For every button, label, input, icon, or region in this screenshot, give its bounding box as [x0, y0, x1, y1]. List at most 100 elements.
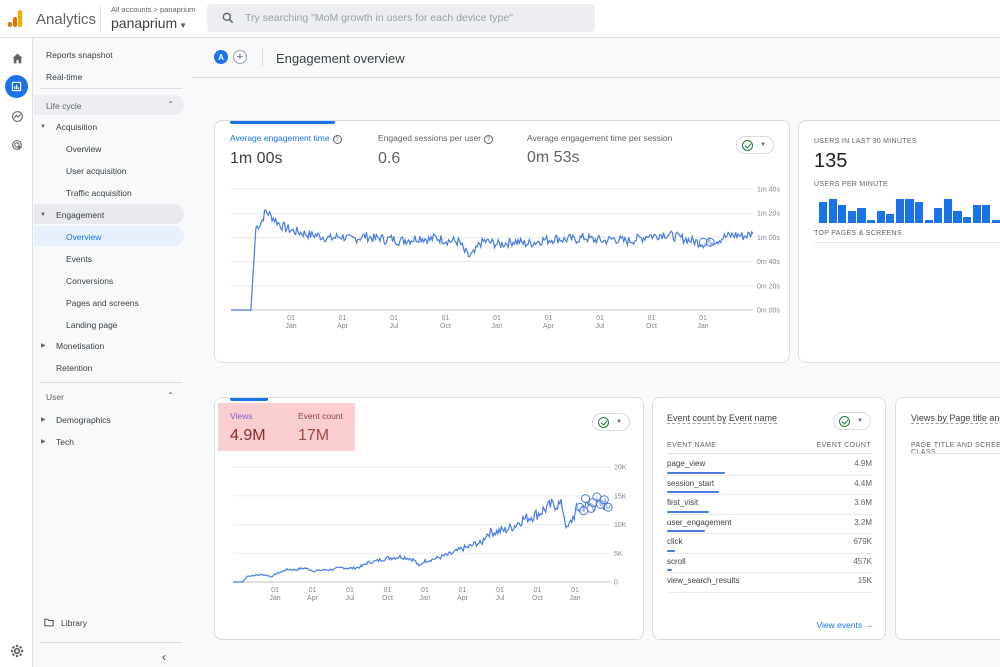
- metric-label-text: Average engagement time: [230, 133, 330, 143]
- users-per-minute-bar[interactable]: [943, 199, 952, 223]
- divider: [40, 642, 182, 643]
- users-per-minute-bar[interactable]: [886, 214, 895, 223]
- home-icon[interactable]: [7, 48, 27, 68]
- users-per-minute-bar[interactable]: [924, 220, 933, 223]
- tab-event-count[interactable]: Event count 17M: [298, 411, 343, 445]
- metric-value: 1m 00s: [230, 150, 283, 167]
- gear-icon[interactable]: [7, 641, 27, 661]
- table-row[interactable]: page_view 4.9M: [667, 456, 872, 476]
- nav-real-time[interactable]: Real-time: [46, 72, 82, 82]
- card-title[interactable]: Views by Page title and screen class: [911, 413, 1000, 424]
- compare-options-button[interactable]: ▼: [736, 136, 774, 154]
- chevron-left-icon[interactable]: ‹: [162, 650, 166, 664]
- views-chart: 0 5K 10K 15K 20K 01 Jan 01 Apr 01 Jul 01 Oct 01 Jan 01 A…: [233, 465, 627, 602]
- anomaly-marker[interactable]: [603, 502, 613, 512]
- users-per-minute-bar[interactable]: [867, 220, 876, 223]
- table-row[interactable]: scroll 457K: [667, 554, 872, 573]
- compare-options-button[interactable]: ▼: [833, 412, 871, 430]
- nav-user-acquisition[interactable]: User acquisition: [66, 166, 126, 176]
- y-tick-label: 0: [614, 580, 618, 587]
- table-row[interactable]: session_start 4.4M: [667, 476, 872, 495]
- anomaly-marker[interactable]: [579, 506, 589, 516]
- column-header-event-name[interactable]: EVENT NAME: [667, 442, 716, 449]
- users-per-minute-bar[interactable]: [819, 202, 828, 223]
- nav-engagement[interactable]: Engagement: [56, 210, 104, 220]
- table-row[interactable]: first_visit 3.6M: [667, 495, 872, 515]
- share-bar: [667, 569, 673, 571]
- users-per-minute-bar[interactable]: [838, 205, 847, 223]
- nav-events[interactable]: Events: [66, 254, 92, 264]
- event-name: session_start: [667, 478, 715, 488]
- y-tick-label: 20K: [614, 465, 627, 472]
- reports-icon[interactable]: [5, 75, 28, 98]
- table-row[interactable]: click 679K: [667, 534, 872, 554]
- users-per-minute-chart: [819, 199, 1000, 223]
- y-tick-label: 1m 40s: [757, 187, 780, 194]
- nav-landing-page[interactable]: Landing page: [66, 320, 118, 330]
- nav-library[interactable]: Library: [61, 618, 87, 628]
- card-title[interactable]: Event count by Event name: [667, 413, 778, 424]
- card-title-text: Views by Page title and screen class: [911, 413, 1000, 424]
- users-per-minute-bar[interactable]: [934, 208, 943, 223]
- users-per-minute-bar[interactable]: [982, 205, 991, 223]
- explore-icon[interactable]: [7, 106, 27, 126]
- tab-avg-engagement-time-per-session[interactable]: Average engagement time per session 0m 5…: [527, 133, 672, 167]
- users-per-minute-bar[interactable]: [953, 211, 962, 223]
- x-tick-label: 01 Apr: [457, 587, 469, 602]
- users-per-minute-bar[interactable]: [847, 211, 856, 223]
- account-breadcrumb[interactable]: All accounts > panaprium: [111, 5, 195, 14]
- users-per-minute-bar[interactable]: [828, 199, 837, 223]
- search-input[interactable]: Try searching "MoM growth in users for e…: [207, 4, 595, 32]
- users-per-minute-bar[interactable]: [895, 199, 904, 223]
- nav-traffic-acquisition[interactable]: Traffic acquisition: [66, 188, 132, 198]
- tab-views[interactable]: Views 4.9M: [230, 411, 266, 445]
- nav-reports-snapshot[interactable]: Reports snapshot: [46, 50, 113, 60]
- analytics-logo[interactable]: [8, 9, 24, 27]
- column-header-event-count[interactable]: EVENT COUNT: [817, 442, 871, 449]
- view-events-link[interactable]: View events →: [816, 620, 873, 630]
- property-selector[interactable]: panaprium ▼: [111, 15, 187, 31]
- nav-tech[interactable]: Tech: [56, 437, 74, 447]
- divider: [814, 242, 1000, 243]
- comparison-avatar[interactable]: A: [214, 50, 228, 64]
- nav-demographics[interactable]: Demographics: [56, 415, 111, 425]
- tab-average-engagement-time[interactable]: Average engagement time? 1m 00s: [230, 133, 342, 168]
- nav-acquisition[interactable]: Acquisition: [56, 122, 97, 132]
- users-per-minute-bar[interactable]: [857, 208, 866, 223]
- help-icon[interactable]: ?: [484, 135, 494, 144]
- anomaly-marker[interactable]: [580, 494, 590, 504]
- series-line: [231, 209, 754, 311]
- help-icon[interactable]: ?: [332, 135, 342, 144]
- table-row[interactable]: user_engagement 3.2M: [667, 515, 872, 534]
- folder-icon: [44, 618, 54, 627]
- nav-engagement-overview[interactable]: Overview: [66, 232, 101, 242]
- users-per-minute-bar[interactable]: [972, 205, 981, 223]
- metric-label: Average engagement time per session: [527, 133, 673, 143]
- users-per-minute-bar[interactable]: [963, 217, 972, 223]
- users-per-minute-bar[interactable]: [915, 202, 924, 223]
- compare-options-button[interactable]: ▼: [592, 413, 630, 431]
- nav-section-user[interactable]: User: [46, 392, 64, 402]
- anomaly-marker[interactable]: [588, 498, 598, 508]
- users-per-minute-bar[interactable]: [991, 220, 1000, 223]
- check-circle-icon: [839, 416, 850, 427]
- nav-acquisition-overview[interactable]: Overview: [66, 144, 101, 154]
- nav-retention[interactable]: Retention: [56, 363, 92, 373]
- table-row[interactable]: view_search_results 15K: [667, 573, 872, 593]
- icon-rail: [0, 38, 33, 667]
- anomaly-marker[interactable]: [705, 237, 715, 247]
- nav-conversions[interactable]: Conversions: [66, 276, 113, 286]
- nav-monetisation[interactable]: Monetisation: [56, 341, 104, 351]
- advertising-icon[interactable]: [7, 135, 27, 155]
- nav-pages-and-screens[interactable]: Pages and screens: [66, 298, 139, 308]
- add-comparison-button[interactable]: +: [233, 50, 247, 64]
- anomaly-marker[interactable]: [599, 495, 609, 505]
- nav-section-life-cycle[interactable]: Life cycle ⌃: [34, 95, 184, 115]
- x-tick-label: 01 Jan: [419, 587, 430, 602]
- share-bar: [667, 510, 710, 513]
- users-per-minute-bar[interactable]: [905, 199, 914, 223]
- tab-engaged-sessions-per-user[interactable]: Engaged sessions per user? 0.6: [378, 133, 494, 168]
- users-per-minute-bar[interactable]: [876, 211, 885, 223]
- event-name: user_engagement: [667, 517, 732, 527]
- divider: [911, 453, 1000, 454]
